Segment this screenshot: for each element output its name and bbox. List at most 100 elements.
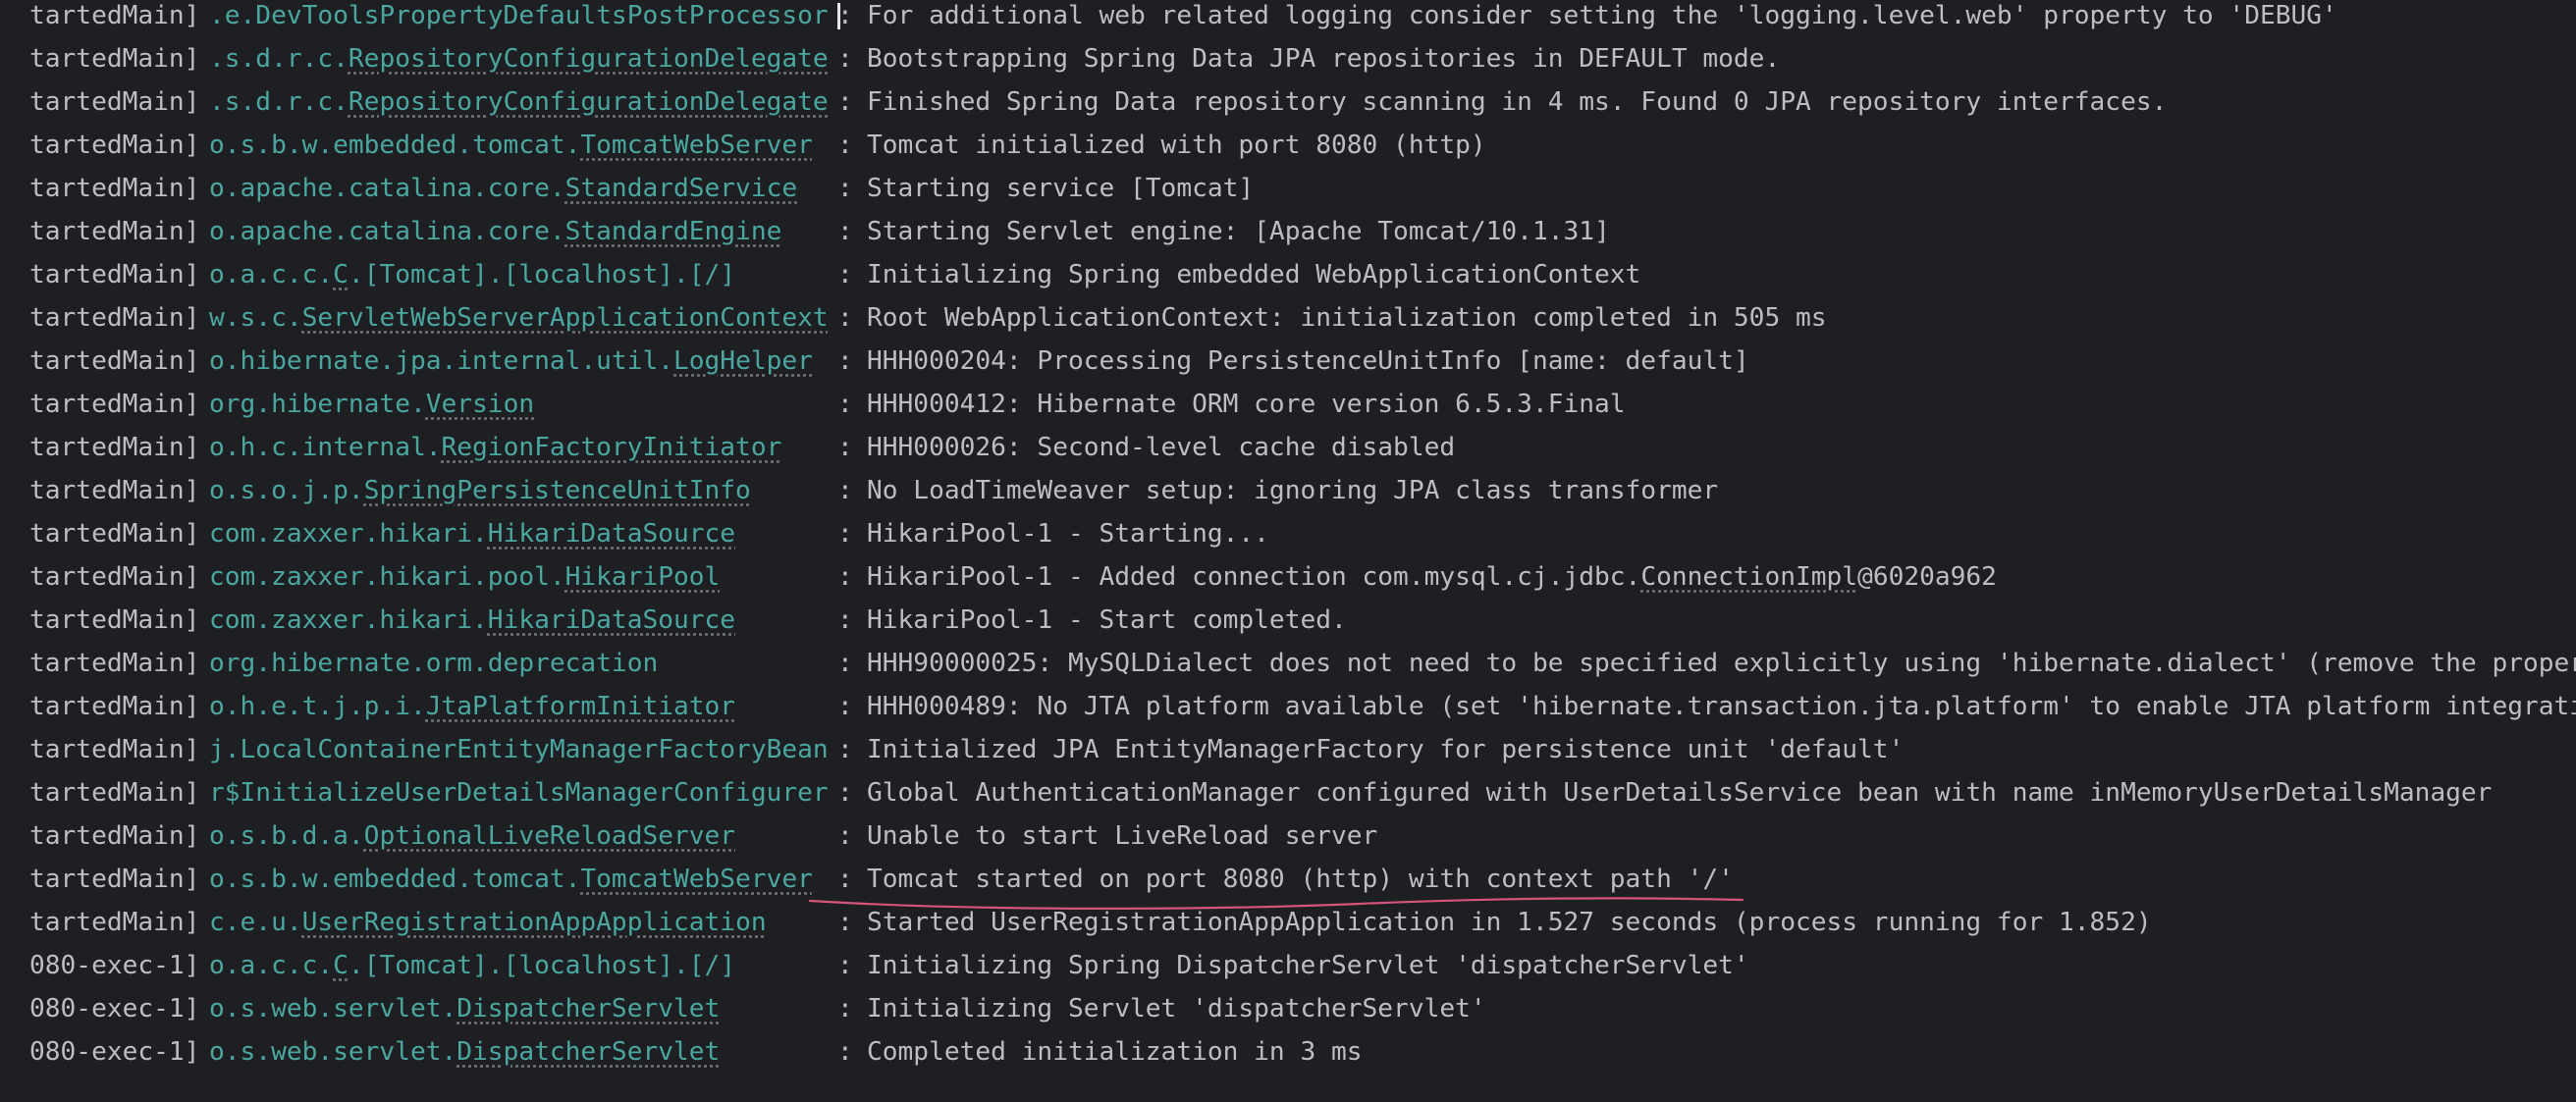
message-text: Bootstrapping Spring Data JPA repositori… <box>867 44 1781 74</box>
logger-class-link[interactable]: HikariDataSource <box>488 605 735 635</box>
logger-package: .e.DevToolsPropertyDefaultsPostProcessor <box>209 1 829 30</box>
log-separator: : <box>837 1037 853 1067</box>
message-text: No LoadTimeWeaver setup: ignoring JPA cl… <box>867 476 1719 505</box>
log-message: Tomcat initialized with port 8080 (http) <box>867 130 1486 161</box>
logger-class-link[interactable]: OptionalLiveReloadServer <box>364 821 735 851</box>
log-message: HHH90000025: MySQLDialect does not need … <box>867 648 2576 679</box>
message-text: Initialized JPA EntityManagerFactory for… <box>867 735 1905 764</box>
message-text: Global AuthenticationManager configured … <box>867 778 2493 808</box>
message-text: Started UserRegistrationAppApplication i… <box>867 908 2152 937</box>
log-thread: 080-exec-1] <box>29 994 200 1023</box>
logger-class-link[interactable]: LogHelper <box>673 346 813 376</box>
logger-package: o.s.b.d.a. <box>209 821 364 851</box>
logger-class-link[interactable]: SpringPersistenceUnitInfo <box>364 476 751 505</box>
log-message: HHH000204: Processing PersistenceUnitInf… <box>867 345 1749 377</box>
log-logger: com.zaxxer.hikari.HikariDataSource <box>209 518 735 550</box>
log-message: Initializing Spring DispatcherServlet 'd… <box>867 950 1749 981</box>
log-logger: org.hibernate.orm.deprecation <box>209 648 658 679</box>
logger-package: c.e.u. <box>209 908 302 937</box>
log-logger: org.hibernate.Version <box>209 389 534 420</box>
message-text: Starting service [Tomcat] <box>867 174 1255 203</box>
log-message: Bootstrapping Spring Data JPA repositori… <box>867 43 1780 75</box>
log-thread: tartedMain] <box>29 174 200 203</box>
log-separator: : <box>837 562 853 592</box>
log-separator: : <box>837 433 853 462</box>
message-text: HHH000489: No JTA platform available (se… <box>867 692 2576 721</box>
log-logger: o.h.e.t.j.p.i.JtaPlatformInitiator <box>209 691 735 722</box>
log-logger: o.s.b.d.a.OptionalLiveReloadServer <box>209 820 735 852</box>
logger-package: com.zaxxer.hikari. <box>209 519 488 549</box>
logger-class-link[interactable]: StandardService <box>565 174 798 203</box>
logger-class-link[interactable]: DispatcherServlet <box>456 994 720 1023</box>
log-thread: tartedMain] <box>29 562 200 592</box>
log-separator: : <box>837 692 853 721</box>
logger-class-link[interactable]: RepositoryConfigurationDelegate <box>349 87 829 117</box>
message-text: Completed initialization in 3 ms <box>867 1037 1363 1067</box>
log-message: Initialized JPA EntityManagerFactory for… <box>867 734 1904 765</box>
message-text: HHH000412: Hibernate ORM core version 6.… <box>867 390 1626 419</box>
logger-class-link[interactable]: UserRegistrationAppApplication <box>302 908 767 937</box>
logger-package: w.s.c. <box>209 303 302 333</box>
logger-package: r$InitializeUserDetailsManagerConfigurer <box>209 778 829 808</box>
log-logger: .s.d.r.c.RepositoryConfigurationDelegate <box>209 86 829 118</box>
log-separator: : <box>837 735 853 764</box>
message-text-tail: @6020a962 <box>1857 562 1997 592</box>
logger-class-link[interactable]: StandardEngine <box>565 217 782 246</box>
log-logger: o.a.c.c.C.[Tomcat].[localhost].[/] <box>209 950 735 981</box>
logger-package: o.a.c.c. <box>209 260 334 289</box>
log-message: Tomcat started on port 8080 (http) with … <box>867 864 1734 895</box>
log-separator: : <box>837 131 853 160</box>
log-thread: tartedMain] <box>29 433 200 462</box>
log-thread: tartedMain] <box>29 778 200 808</box>
message-class-link[interactable]: ConnectionImpl <box>1640 562 1857 592</box>
logger-class-link[interactable]: DispatcherServlet <box>456 1037 720 1067</box>
log-logger: com.zaxxer.hikari.pool.HikariPool <box>209 561 720 593</box>
logger-package: org.hibernate. <box>209 390 426 419</box>
log-logger: o.s.web.servlet.DispatcherServlet <box>209 993 720 1024</box>
message-text: Starting Servlet engine: [Apache Tomcat/… <box>867 217 1610 246</box>
logger-class-link[interactable]: Version <box>426 390 534 419</box>
logger-class-link[interactable]: HikariDataSource <box>488 519 735 549</box>
log-message: Started UserRegistrationAppApplication i… <box>867 907 2152 938</box>
logger-class-link[interactable]: RepositoryConfigurationDelegate <box>349 44 829 74</box>
log-separator: : <box>837 174 853 203</box>
log-message: HikariPool-1 - Added connection com.mysq… <box>867 561 1997 593</box>
log-separator: : <box>837 649 853 678</box>
logger-class-link[interactable]: RegionFactoryInitiator <box>442 433 782 462</box>
log-message: Unable to start LiveReload server <box>867 820 1377 852</box>
logger-class-link[interactable]: TomcatWebServer <box>580 865 813 894</box>
logger-class-link[interactable]: HikariPool <box>565 562 721 592</box>
log-separator: : <box>837 346 853 376</box>
log-thread: tartedMain] <box>29 605 200 635</box>
logger-package: o.s.web.servlet. <box>209 1037 457 1067</box>
message-text: HHH000204: Processing PersistenceUnitInf… <box>867 346 1749 376</box>
log-thread: tartedMain] <box>29 87 200 117</box>
logger-class-link[interactable]: JtaPlatformInitiator <box>426 692 735 721</box>
logger-class-link[interactable]: TomcatWebServer <box>580 131 813 160</box>
logger-package: .s.d.r.c. <box>209 87 349 117</box>
logger-class-link[interactable]: C <box>333 260 349 289</box>
console-output[interactable]: tartedMain] .e.DevToolsPropertyDefaultsPo… <box>29 0 2576 1102</box>
log-message: HHH000412: Hibernate ORM core version 6.… <box>867 389 1626 420</box>
logger-package: org.hibernate.orm.deprecation <box>209 649 659 678</box>
log-message: Initializing Servlet 'dispatcherServlet' <box>867 993 1486 1024</box>
message-text: Tomcat started on port 8080 (http) with … <box>867 865 1734 894</box>
log-thread: tartedMain] <box>29 519 200 549</box>
logger-package: o.apache.catalina.core. <box>209 174 565 203</box>
log-separator: : <box>837 908 853 937</box>
log-message: Root WebApplicationContext: initializati… <box>867 302 1827 334</box>
logger-class-link[interactable]: C <box>333 951 349 980</box>
log-message: Finished Spring Data repository scanning… <box>867 86 2167 118</box>
log-logger: w.s.c.ServletWebServerApplicationContext <box>209 302 829 334</box>
logger-package: o.apache.catalina.core. <box>209 217 565 246</box>
log-thread: tartedMain] <box>29 260 200 289</box>
log-thread: tartedMain] <box>29 908 200 937</box>
message-text: Root WebApplicationContext: initializati… <box>867 303 1827 333</box>
log-separator: : <box>837 519 853 549</box>
logger-package: o.s.b.w.embedded.tomcat. <box>209 865 581 894</box>
log-thread: tartedMain] <box>29 692 200 721</box>
logger-class-link[interactable]: ServletWebServerApplicationContext <box>302 303 829 333</box>
logger-package: o.s.web.servlet. <box>209 994 457 1023</box>
logger-package: o.h.e.t.j.p.i. <box>209 692 426 721</box>
log-logger: o.hibernate.jpa.internal.util.LogHelper <box>209 345 813 377</box>
